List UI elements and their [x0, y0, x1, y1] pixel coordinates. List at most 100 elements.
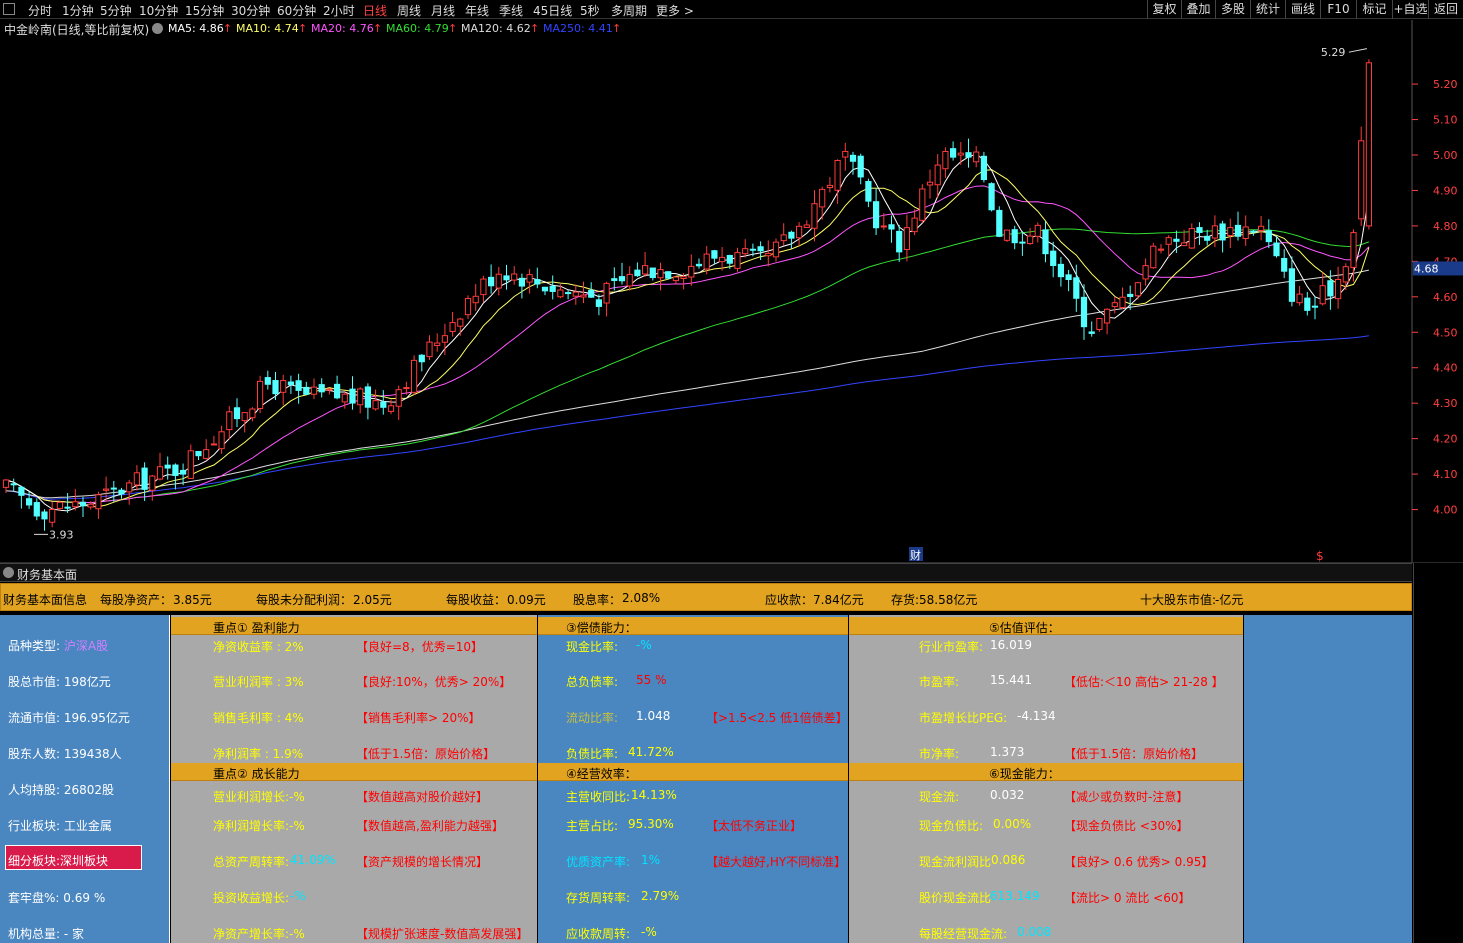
period-tab-11[interactable]: 年线	[465, 2, 489, 19]
period-tab-6[interactable]: 60分钟	[277, 2, 316, 19]
period-tab-2[interactable]: 5分钟	[100, 2, 132, 19]
period-tab-4[interactable]: 15分钟	[185, 2, 224, 19]
rev-value: 14.13%	[631, 788, 677, 802]
gpm-note: 【销售毛利率> 20%】	[356, 711, 481, 725]
candle-up	[203, 449, 210, 459]
cash-head-label: ⑥现金能力：	[989, 767, 1060, 781]
candle-down	[1088, 331, 1095, 334]
ma10-line	[5, 169, 1370, 508]
candle-down	[195, 450, 202, 457]
candle-down	[711, 250, 718, 259]
candle-down	[665, 271, 672, 279]
period-tab-8[interactable]: 日线	[363, 2, 387, 19]
ma5-value: MA5: 4.86	[168, 22, 224, 35]
cf-note: 【减少或负数时-注意】	[1064, 790, 1189, 804]
candle-down	[503, 275, 510, 281]
npm-note: 【低于1.5倍：原始价格】	[356, 747, 496, 761]
toolbar-button-7[interactable]: +自选	[1392, 0, 1428, 19]
sub-sector-row[interactable]: 细分板块:深圳板块	[8, 852, 108, 869]
nav-label: 每股净资产：	[100, 593, 173, 607]
candle-down	[649, 267, 656, 279]
cl-value: 0.00%	[993, 817, 1032, 831]
pcf-value: 613.149	[990, 889, 1040, 903]
kline-svg[interactable]: 5.205.105.004.904.804.704.604.504.404.30…	[0, 20, 1463, 563]
candle-down	[79, 501, 87, 507]
candle-up	[326, 388, 333, 391]
window-icon[interactable]	[3, 3, 15, 15]
peg-label: 市盈增长比PEG:	[919, 711, 1008, 725]
qa-value: 1%	[641, 853, 661, 867]
financial-marker[interactable]: 财	[910, 548, 921, 562]
ma10-value: MA10: 4.74	[236, 22, 299, 35]
period-tab-1[interactable]: 1分钟	[62, 2, 94, 19]
toolbar-button-2[interactable]: 多股	[1215, 0, 1250, 19]
kline-chart[interactable]: 5.205.105.004.904.804.704.604.504.404.30…	[0, 20, 1463, 563]
candle-up	[387, 405, 395, 412]
candle-down	[110, 487, 117, 490]
toolbar-button-0[interactable]: 复权	[1147, 0, 1181, 19]
candle-down	[865, 181, 872, 202]
debt-value: 55 %	[636, 673, 667, 687]
period-tab-0[interactable]: 分时	[28, 2, 52, 19]
candle-up	[1119, 296, 1126, 309]
candle-up	[1342, 266, 1349, 283]
period-tab-5[interactable]: 30分钟	[231, 2, 270, 19]
candle-up	[926, 181, 934, 186]
candle-up	[688, 265, 695, 278]
period-tab-3[interactable]: 10分钟	[139, 2, 178, 19]
period-tab-16[interactable]: 更多 >	[656, 2, 694, 19]
toolbar-button-6[interactable]: 标记	[1356, 0, 1392, 19]
candle-up	[1188, 228, 1195, 249]
ma-toggle-icon[interactable]	[152, 23, 163, 34]
period-tab-12[interactable]: 季线	[499, 2, 523, 19]
collapse-icon[interactable]	[3, 567, 14, 578]
pcf-label: 股价现金流比	[919, 891, 992, 905]
candle-up	[149, 475, 156, 491]
toolbar-button-3[interactable]: 统计	[1250, 0, 1285, 19]
candle-up	[603, 282, 610, 304]
period-tab-7[interactable]: 2小时	[323, 2, 355, 19]
candle-down	[996, 209, 1003, 237]
period-tab-9[interactable]: 周线	[397, 2, 421, 19]
valuation-cash-panel: ⑤估值评估： 行业市盈率: 16.019 市盈率: 15.441 【低估:＜10…	[849, 615, 1243, 943]
candle-up	[1165, 237, 1172, 245]
inst-label: 机构总量:	[8, 927, 61, 941]
candle-up	[1142, 265, 1149, 280]
candle-down	[318, 384, 325, 393]
avg-label: 人均持股:	[8, 783, 61, 797]
toolbar-button-5[interactable]: F10	[1320, 0, 1356, 19]
candle-up	[441, 335, 448, 343]
main-label: 主营占比:	[566, 819, 619, 833]
candle-down	[141, 467, 148, 490]
main-note: 【太低不务正业】	[706, 819, 803, 833]
period-tab-15[interactable]: 多周期	[611, 2, 647, 19]
candle-down	[588, 289, 595, 298]
solvency-head-label: ③偿债能力：	[566, 621, 637, 635]
candle-up	[464, 298, 472, 316]
period-tab-14[interactable]: 5秒	[580, 2, 600, 19]
toolbar-button-8[interactable]: 返回	[1428, 0, 1463, 19]
cash-value: -%	[636, 638, 652, 652]
period-tab-13[interactable]: 45日线	[533, 2, 572, 19]
fundamentals-title-bar: 财务基本面	[0, 563, 1412, 582]
candle-down	[295, 380, 302, 391]
toolbar-button-1[interactable]: 叠加	[1181, 0, 1215, 19]
eps-label: 每股收益：	[446, 593, 507, 607]
eps-value: 0.09元	[507, 593, 546, 607]
nag: 净资产增长率:-%	[213, 927, 305, 941]
qa-label: 优质资产率:	[566, 855, 631, 869]
cur-label: 流动比率:	[566, 711, 619, 725]
candle-up	[834, 159, 841, 191]
period-tab-10[interactable]: 月线	[431, 2, 455, 19]
undist-value: 2.05元	[353, 593, 392, 607]
ma120-arrow: ↑	[530, 22, 540, 35]
dividend-marker[interactable]: $	[1316, 549, 1324, 563]
pe-note: 【低估:＜10 高估> 21-28 】	[1064, 675, 1224, 689]
candle-up	[557, 289, 564, 298]
candle-up	[210, 443, 218, 446]
toolbar-button-4[interactable]: 画线	[1285, 0, 1320, 19]
candle-down	[64, 506, 71, 509]
rev-label: 主营收同比:	[566, 790, 631, 804]
candle-up	[472, 295, 479, 304]
solvency-efficiency-panel: ③偿债能力： 现金比率: -% 总负债率: 55 % 流动比率: 1.048 【…	[538, 615, 848, 943]
